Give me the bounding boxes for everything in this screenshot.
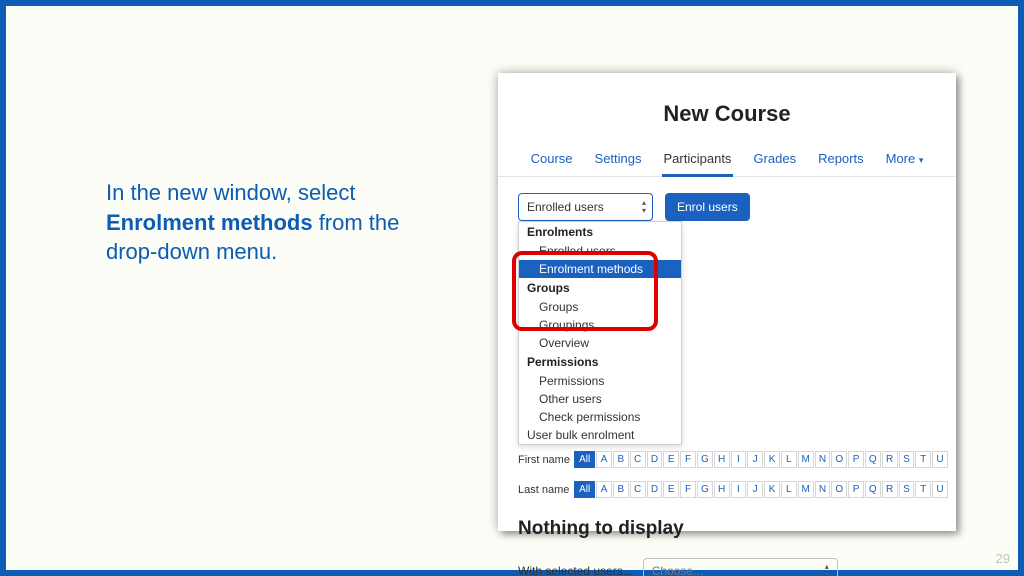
participants-selector-value: Enrolled users bbox=[527, 200, 604, 214]
letter-R[interactable]: R bbox=[882, 451, 898, 468]
screenshot-panel: New Course Course Settings Participants Gra… bbox=[498, 73, 956, 531]
last-name-filter-row: Last nameAllABCDEFGHIJKLMNOPQRSTU bbox=[518, 481, 948, 498]
letter-Q[interactable]: Q bbox=[865, 451, 881, 468]
letter-M[interactable]: M bbox=[798, 451, 814, 468]
first-name-filter-row: First nameAllABCDEFGHIJKLMNOPQRSTU bbox=[518, 451, 948, 468]
letter-B[interactable]: B bbox=[613, 451, 629, 468]
letter-E[interactable]: E bbox=[663, 451, 679, 468]
letter-J[interactable]: J bbox=[747, 481, 763, 498]
letter-C[interactable]: C bbox=[630, 481, 646, 498]
letter-K[interactable]: K bbox=[764, 481, 780, 498]
letter-all[interactable]: All bbox=[574, 451, 595, 468]
dropdown-group-groups: Groups bbox=[519, 278, 681, 298]
dropdown-option-enrolment-methods[interactable]: Enrolment methods bbox=[519, 260, 681, 278]
letter-P[interactable]: P bbox=[848, 481, 864, 498]
dropdown-option-groupings[interactable]: Groupings bbox=[519, 316, 681, 334]
letter-O[interactable]: O bbox=[831, 451, 847, 468]
letter-I[interactable]: I bbox=[731, 481, 747, 498]
letter-L[interactable]: L bbox=[781, 481, 797, 498]
participants-selector-wrap: Enrolled users ▴▾ EnrolmentsEnrolled use… bbox=[518, 193, 653, 221]
instruction-bold: Enrolment methods bbox=[106, 210, 313, 235]
dropdown-option-user-bulk-enrolment[interactable]: User bulk enrolment bbox=[519, 426, 681, 444]
letter-N[interactable]: N bbox=[815, 451, 831, 468]
letter-O[interactable]: O bbox=[831, 481, 847, 498]
tab-grades[interactable]: Grades bbox=[753, 151, 796, 166]
dropdown-option-overview[interactable]: Overview bbox=[519, 334, 681, 352]
enrol-users-button[interactable]: Enrol users bbox=[665, 193, 750, 221]
letter-F[interactable]: F bbox=[680, 451, 696, 468]
dropdown-option-groups[interactable]: Groups bbox=[519, 298, 681, 316]
letter-J[interactable]: J bbox=[747, 451, 763, 468]
tab-course[interactable]: Course bbox=[531, 151, 573, 166]
letter-R[interactable]: R bbox=[882, 481, 898, 498]
letter-P[interactable]: P bbox=[848, 451, 864, 468]
with-selected-select[interactable]: Choose... ▴▾ bbox=[643, 558, 838, 576]
tab-settings[interactable]: Settings bbox=[595, 151, 642, 166]
letter-H[interactable]: H bbox=[714, 481, 730, 498]
letter-N[interactable]: N bbox=[815, 481, 831, 498]
letter-A[interactable]: A bbox=[596, 481, 612, 498]
nav-tabs: Course Settings Participants Grades Reports M… bbox=[498, 151, 956, 177]
letter-M[interactable]: M bbox=[798, 481, 814, 498]
letter-S[interactable]: S bbox=[899, 451, 915, 468]
filter-label: First name bbox=[518, 454, 573, 466]
dropdown-option-permissions[interactable]: Permissions bbox=[519, 372, 681, 390]
with-selected-row: With selected users... Choose... ▴▾ bbox=[518, 558, 838, 576]
dropdown-group-enrolments: Enrolments bbox=[519, 222, 681, 242]
letter-D[interactable]: D bbox=[647, 481, 663, 498]
letter-U[interactable]: U bbox=[932, 451, 948, 468]
instruction-text: In the new window, select Enrolment meth… bbox=[106, 178, 446, 267]
slide-frame: In the new window, select Enrolment meth… bbox=[0, 0, 1024, 576]
letter-H[interactable]: H bbox=[714, 451, 730, 468]
letter-S[interactable]: S bbox=[899, 481, 915, 498]
chevron-down-icon: ▾ bbox=[919, 155, 924, 165]
letter-U[interactable]: U bbox=[932, 481, 948, 498]
letter-all[interactable]: All bbox=[574, 481, 595, 498]
updown-icon: ▴▾ bbox=[642, 199, 646, 215]
empty-state-heading: Nothing to display bbox=[518, 518, 684, 540]
instruction-pre: In the new window, select bbox=[106, 180, 355, 205]
letter-A[interactable]: A bbox=[596, 451, 612, 468]
letter-G[interactable]: G bbox=[697, 451, 713, 468]
with-selected-label: With selected users... bbox=[518, 564, 633, 576]
with-selected-value: Choose... bbox=[652, 564, 703, 576]
dropdown-option-check-permissions[interactable]: Check permissions bbox=[519, 408, 681, 426]
letter-T[interactable]: T bbox=[915, 481, 931, 498]
letter-F[interactable]: F bbox=[680, 481, 696, 498]
updown-icon: ▴▾ bbox=[825, 563, 829, 576]
participants-dropdown: EnrolmentsEnrolled usersEnrolment method… bbox=[518, 221, 682, 445]
letter-B[interactable]: B bbox=[613, 481, 629, 498]
tab-reports[interactable]: Reports bbox=[818, 151, 864, 166]
letter-K[interactable]: K bbox=[764, 451, 780, 468]
dropdown-option-enrolled-users[interactable]: Enrolled users bbox=[519, 242, 681, 260]
filter-label: Last name bbox=[518, 484, 573, 496]
letter-L[interactable]: L bbox=[781, 451, 797, 468]
tab-participants[interactable]: Participants bbox=[664, 151, 732, 166]
dropdown-option-other-users[interactable]: Other users bbox=[519, 390, 681, 408]
letter-Q[interactable]: Q bbox=[865, 481, 881, 498]
dropdown-group-permissions: Permissions bbox=[519, 352, 681, 372]
letter-T[interactable]: T bbox=[915, 451, 931, 468]
letter-I[interactable]: I bbox=[731, 451, 747, 468]
letter-D[interactable]: D bbox=[647, 451, 663, 468]
letter-C[interactable]: C bbox=[630, 451, 646, 468]
page-number: 29 bbox=[996, 551, 1010, 566]
tab-more[interactable]: More ▾ bbox=[886, 151, 924, 166]
toolbar: Enrolled users ▴▾ EnrolmentsEnrolled use… bbox=[498, 177, 956, 221]
participants-selector[interactable]: Enrolled users ▴▾ bbox=[518, 193, 653, 221]
letter-E[interactable]: E bbox=[663, 481, 679, 498]
page-title: New Course bbox=[498, 101, 956, 127]
letter-G[interactable]: G bbox=[697, 481, 713, 498]
